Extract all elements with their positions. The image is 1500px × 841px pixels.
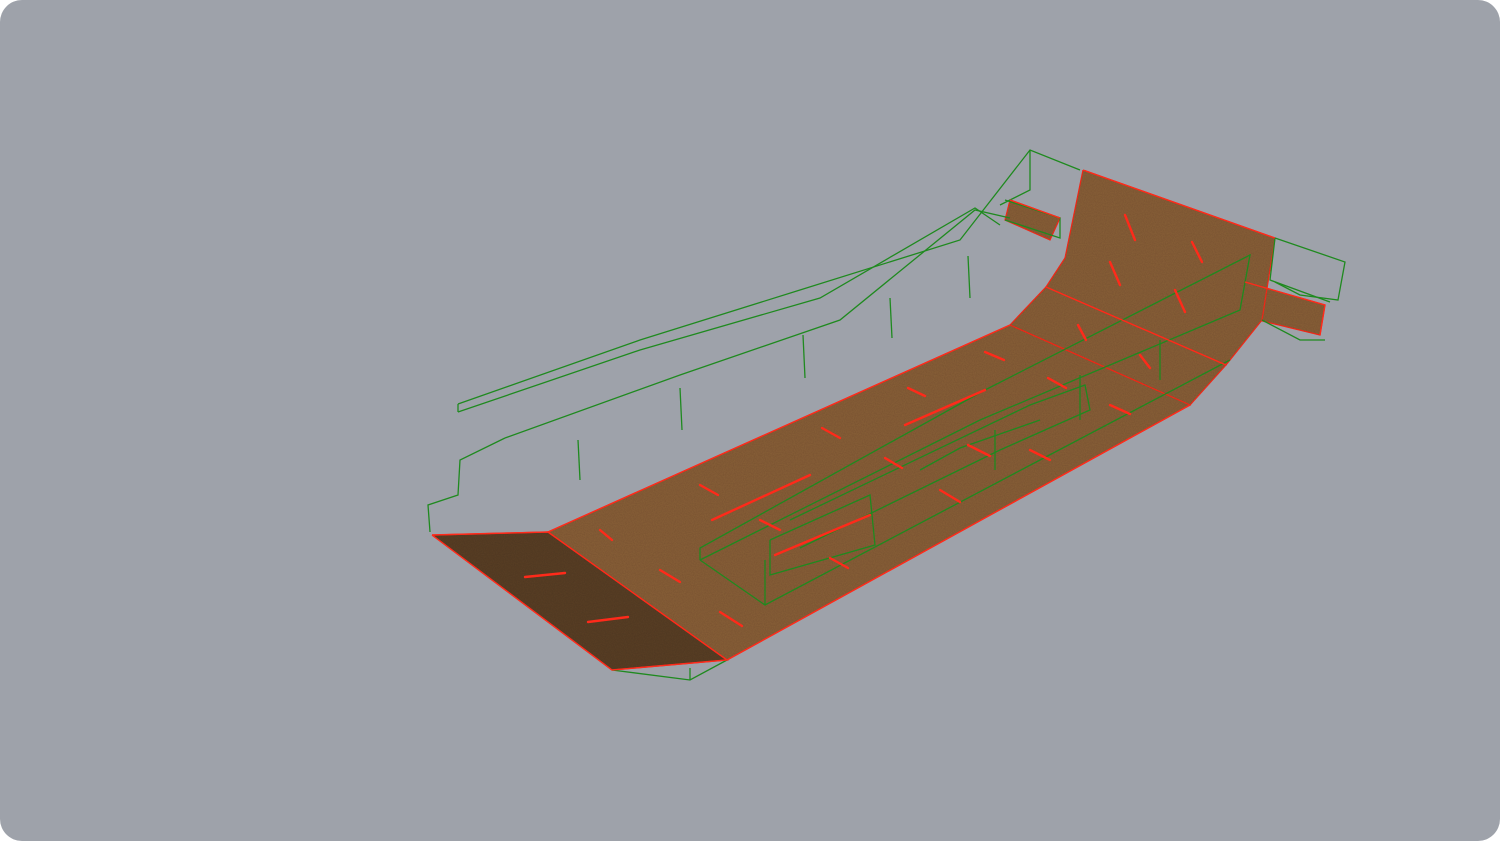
viewport-canvas[interactable]	[0, 0, 1500, 841]
viewport-background[interactable]	[0, 0, 1500, 841]
3d-viewport[interactable]	[0, 0, 1500, 841]
